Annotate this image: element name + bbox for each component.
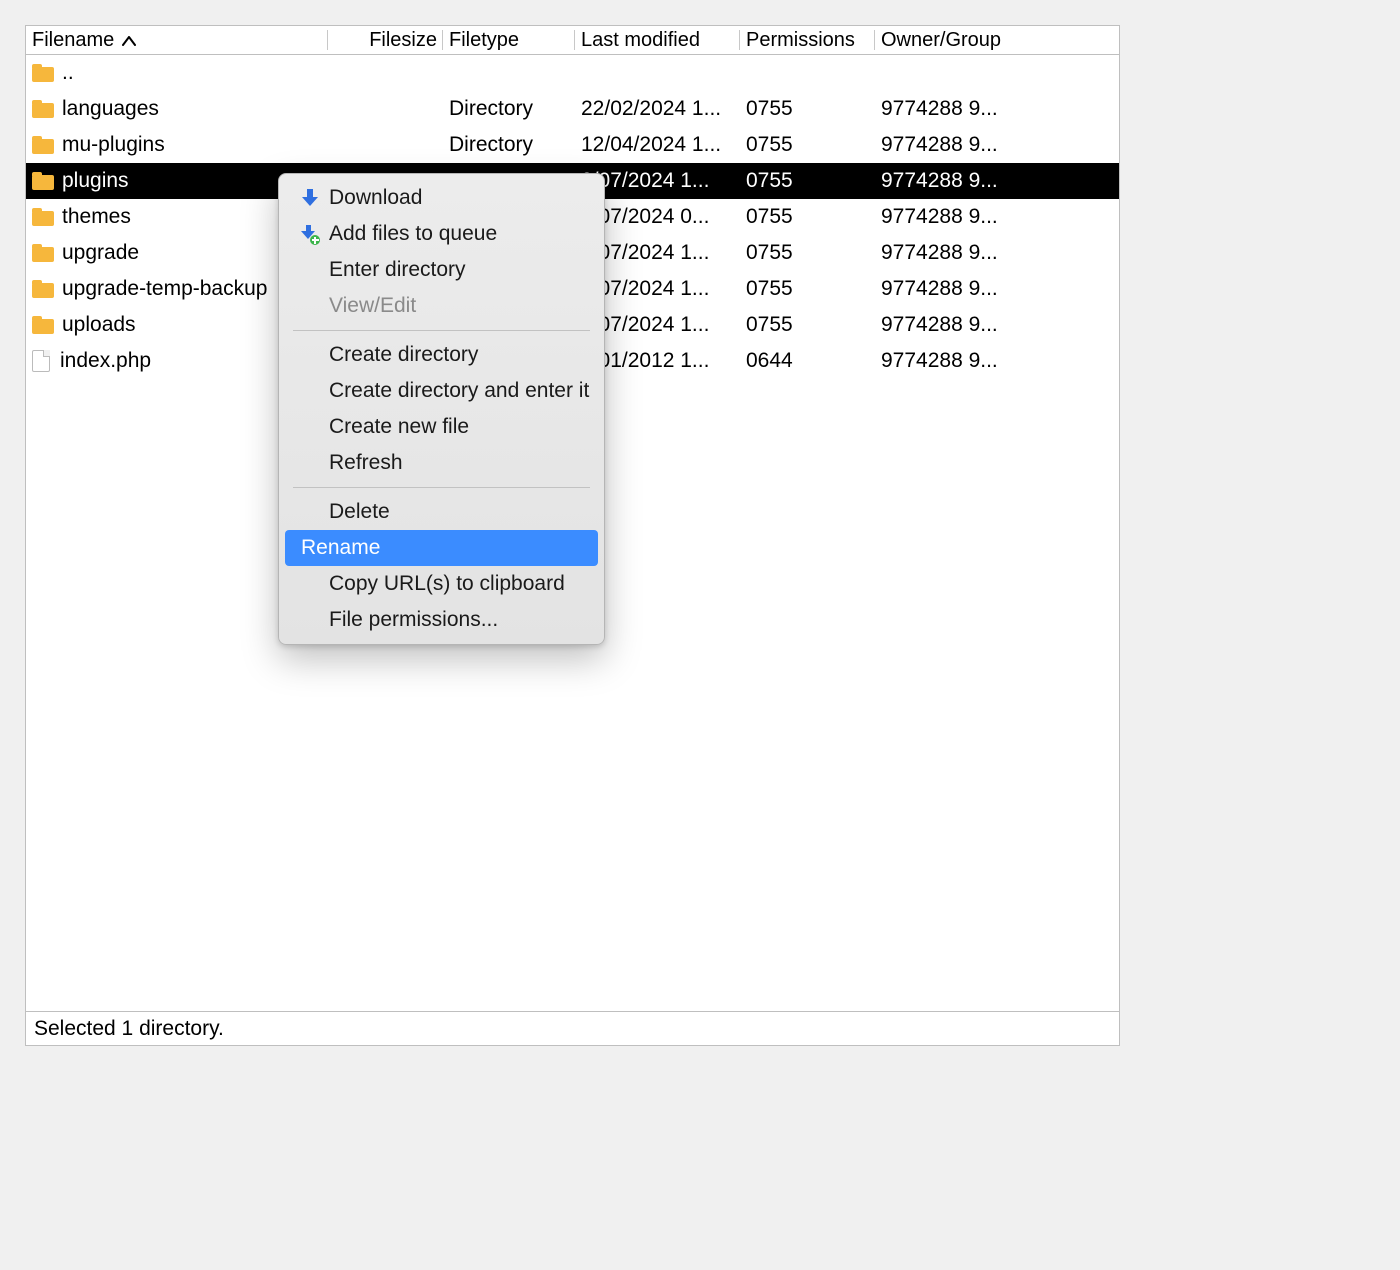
cell-last-modified: 22/02/2024 1... (575, 97, 740, 121)
cell-filetype: Directory (443, 133, 575, 157)
column-header-filename-label: Filename (32, 29, 114, 52)
table-row[interactable]: mu-plugins Directory12/04/2024 1...075597… (26, 127, 1119, 163)
status-text: Selected 1 directory. (34, 1017, 224, 1041)
file-icon (32, 350, 50, 372)
folder-icon (32, 316, 54, 334)
cell-owner-group: 9774288 9... (875, 133, 1012, 157)
filename-text: uploads (62, 313, 136, 337)
cell-filename: .. (26, 61, 328, 85)
filename-text: themes (62, 205, 131, 229)
column-header-owner-group[interactable]: Owner/Group (875, 26, 1012, 54)
column-header-filetype[interactable]: Filetype (443, 26, 575, 54)
ctx-refresh[interactable]: Refresh (279, 445, 604, 481)
ctx-delete[interactable]: Delete (279, 494, 604, 530)
cell-filetype: Directory (443, 97, 575, 121)
column-header-filesize[interactable]: Filesize (328, 26, 443, 54)
folder-icon (32, 208, 54, 226)
ctx-separator (293, 487, 590, 488)
cell-permissions: 0644 (740, 349, 875, 373)
filename-text: .. (62, 61, 74, 85)
ctx-create-directory[interactable]: Create directory (279, 337, 604, 373)
ctx-download[interactable]: Download (279, 180, 604, 216)
cell-permissions: 0755 (740, 169, 875, 193)
cell-filename: languages (26, 97, 328, 121)
filename-text: mu-plugins (62, 133, 165, 157)
cell-owner-group: 9774288 9... (875, 97, 1012, 121)
folder-icon (32, 244, 54, 262)
cell-owner-group: 9774288 9... (875, 277, 1012, 301)
sort-ascending-icon (122, 29, 136, 52)
filename-text: upgrade-temp-backup (62, 277, 267, 301)
cell-filename: mu-plugins (26, 133, 328, 157)
folder-icon (32, 64, 54, 82)
file-list-panel: Filename Filesize Filetype Last modified… (25, 25, 1120, 1012)
ctx-rename[interactable]: Rename (285, 530, 598, 566)
status-bar: Selected 1 directory. (25, 1011, 1120, 1046)
ctx-copy-url[interactable]: Copy URL(s) to clipboard (279, 566, 604, 602)
cell-owner-group: 9774288 9... (875, 313, 1012, 337)
cell-owner-group: 9774288 9... (875, 169, 1012, 193)
cell-permissions: 0755 (740, 97, 875, 121)
column-header-permissions[interactable]: Permissions (740, 26, 875, 54)
add-to-queue-icon (301, 225, 319, 243)
context-menu: Download Add files to queue Enter direct… (278, 173, 605, 645)
column-header-row: Filename Filesize Filetype Last modified… (26, 26, 1119, 55)
cell-last-modified: 12/04/2024 1... (575, 133, 740, 157)
cell-permissions: 0755 (740, 205, 875, 229)
filename-text: upgrade (62, 241, 139, 265)
ctx-view-edit: View/Edit (279, 288, 604, 324)
ctx-create-new-file[interactable]: Create new file (279, 409, 604, 445)
cell-permissions: 0755 (740, 133, 875, 157)
ctx-create-directory-enter[interactable]: Create directory and enter it (279, 373, 604, 409)
table-row[interactable]: languages Directory22/02/2024 1...0755977… (26, 91, 1119, 127)
download-arrow-icon (301, 189, 319, 207)
cell-permissions: 0755 (740, 313, 875, 337)
ctx-separator (293, 330, 590, 331)
cell-owner-group: 9774288 9... (875, 349, 1012, 373)
table-row[interactable]: .. (26, 55, 1119, 91)
folder-icon (32, 136, 54, 154)
folder-icon (32, 172, 54, 190)
ctx-file-permissions[interactable]: File permissions... (279, 602, 604, 638)
cell-permissions: 0755 (740, 277, 875, 301)
column-header-last-modified[interactable]: Last modified (575, 26, 740, 54)
folder-icon (32, 280, 54, 298)
ctx-add-to-queue[interactable]: Add files to queue (279, 216, 604, 252)
filename-text: languages (62, 97, 159, 121)
filename-text: plugins (62, 169, 129, 193)
filename-text: index.php (60, 349, 151, 373)
cell-permissions: 0755 (740, 241, 875, 265)
cell-owner-group: 9774288 9... (875, 241, 1012, 265)
column-header-filename[interactable]: Filename (26, 26, 328, 54)
folder-icon (32, 100, 54, 118)
cell-owner-group: 9774288 9... (875, 205, 1012, 229)
ctx-enter-directory[interactable]: Enter directory (279, 252, 604, 288)
